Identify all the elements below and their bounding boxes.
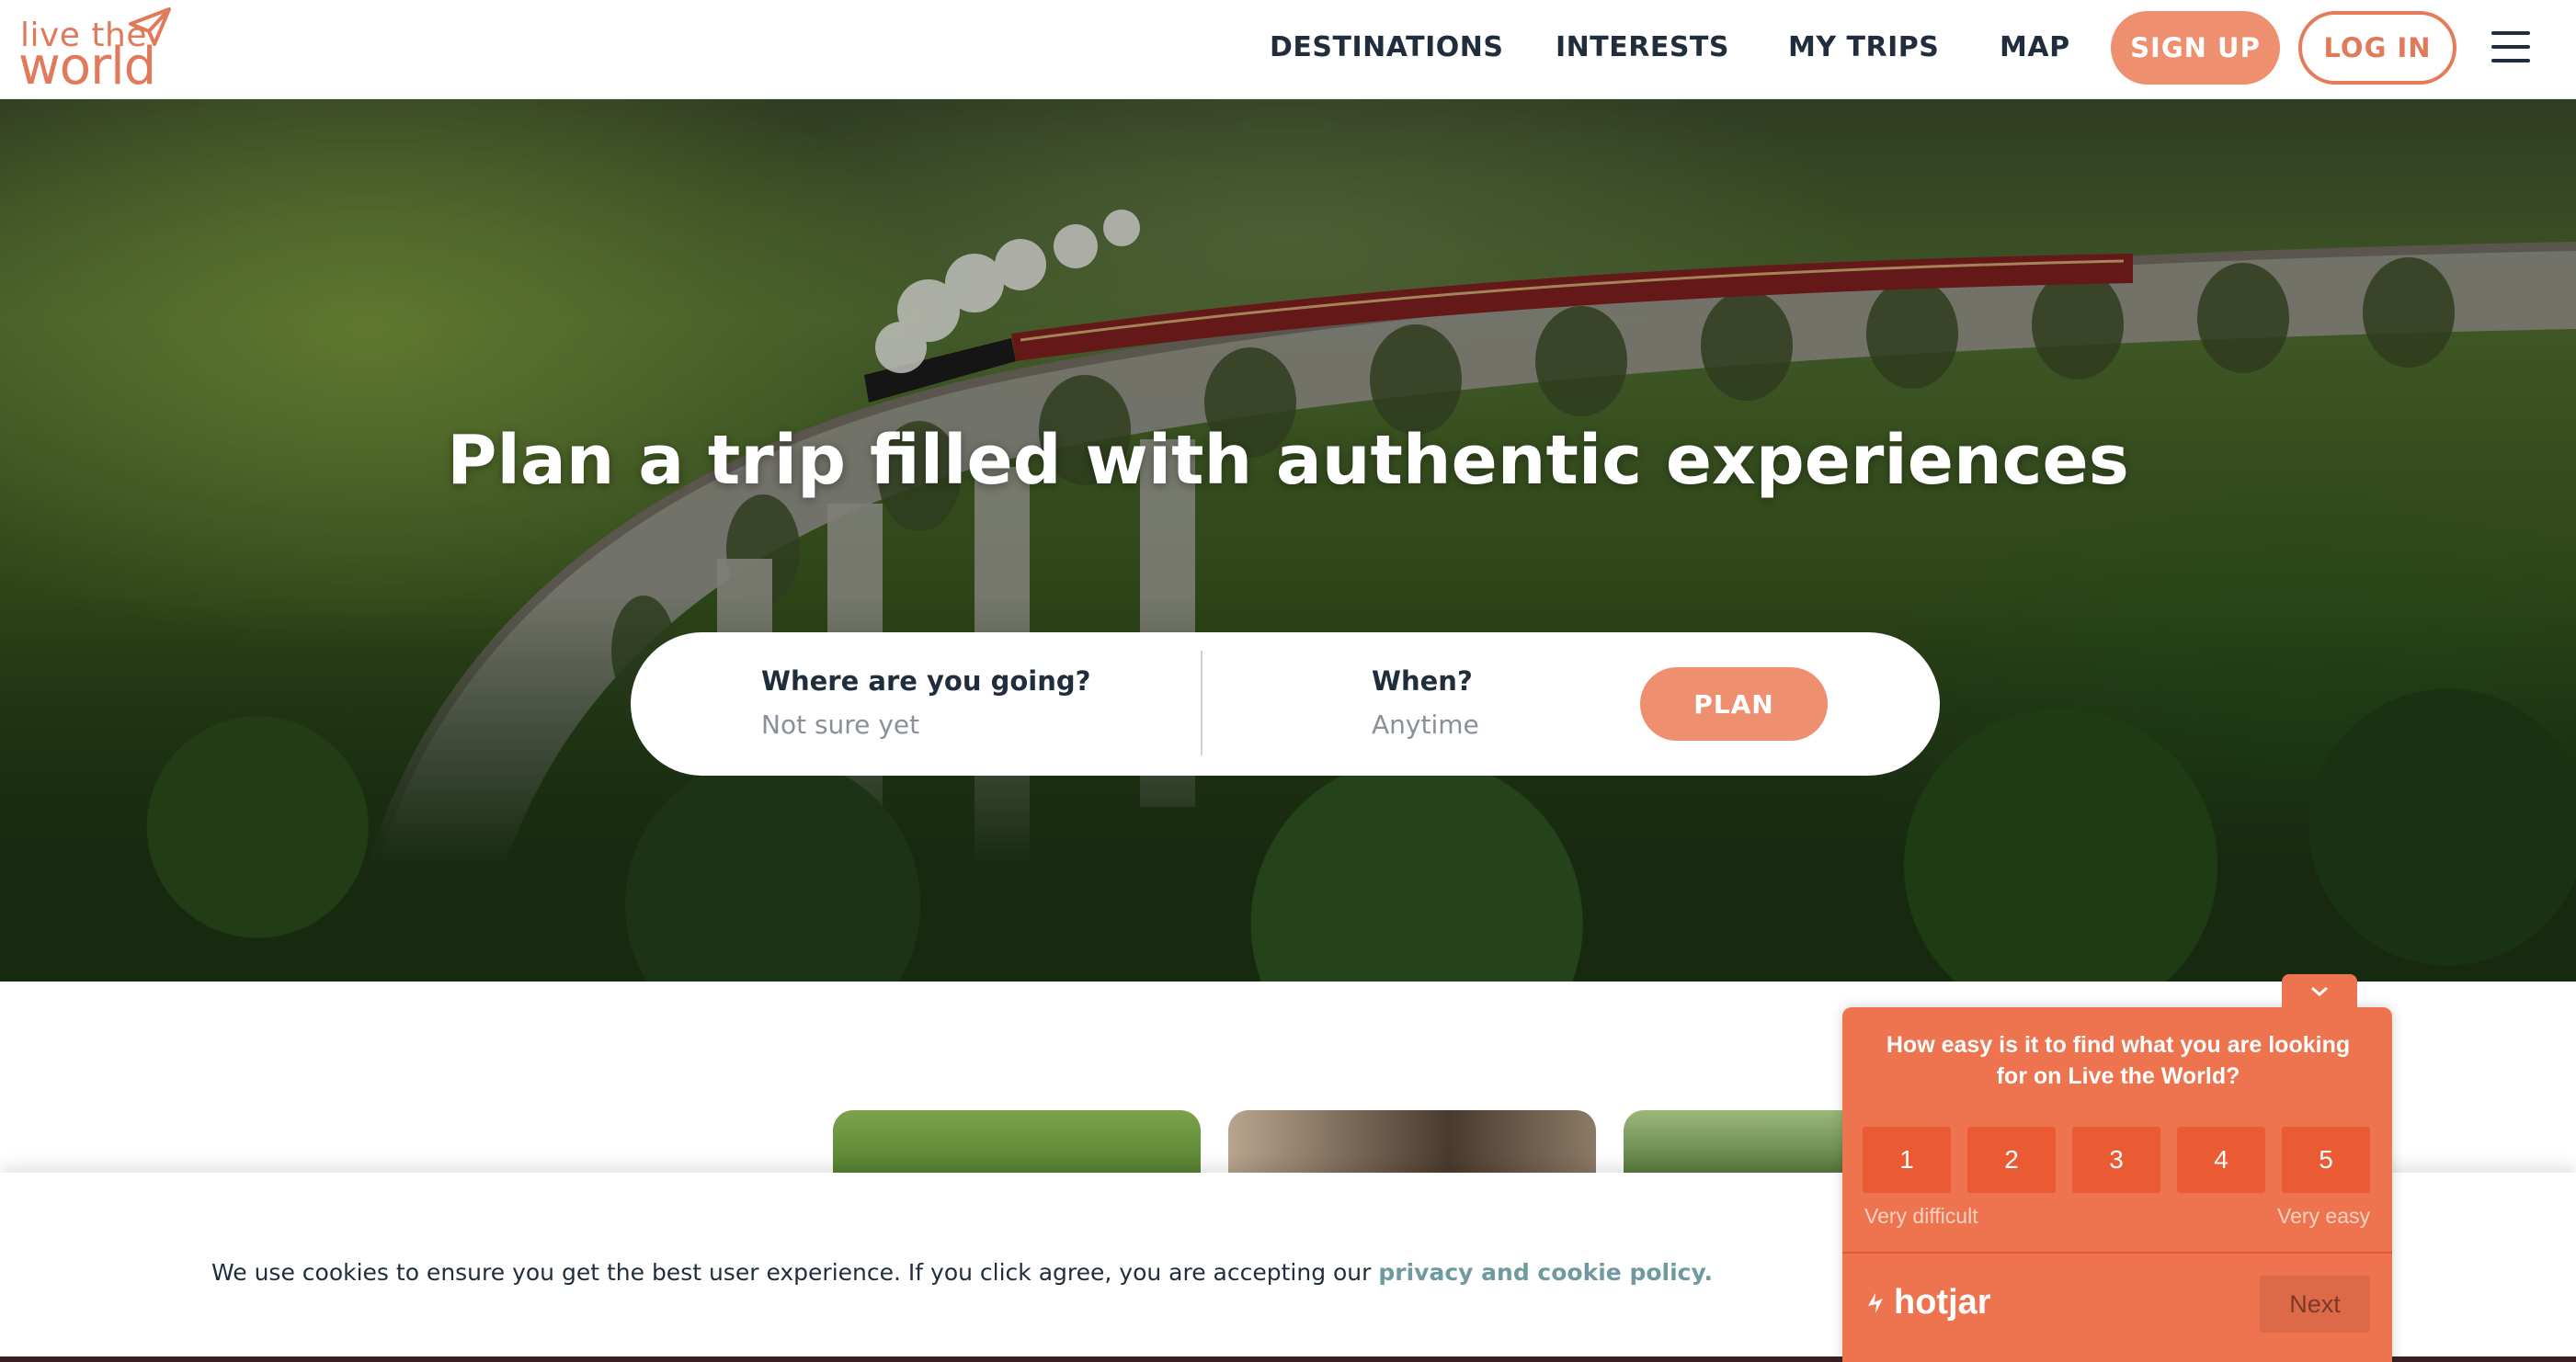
hotjar-logo: hotjar <box>1864 1283 1991 1322</box>
paper-plane-icon <box>129 7 171 46</box>
survey-next-button[interactable]: Next <box>2260 1276 2370 1333</box>
hero-overlay <box>0 99 2576 982</box>
rating-scale: 1 2 3 4 5 <box>1863 1127 2370 1193</box>
sign-up-button[interactable]: SIGN UP <box>2111 11 2280 85</box>
cookie-message: We use cookies to ensure you get the bes… <box>211 1259 1713 1286</box>
rating-3-button[interactable]: 3 <box>2072 1127 2160 1193</box>
where-label: Where are you going? <box>761 665 1091 697</box>
hamburger-menu-icon[interactable] <box>2491 31 2530 62</box>
feedback-survey-widget: How easy is it to find what you are look… <box>1842 1007 2392 1362</box>
rating-low-label: Very difficult <box>1864 1204 1978 1228</box>
rating-5-button[interactable]: 5 <box>2282 1127 2370 1193</box>
where-value[interactable]: Not sure yet <box>761 709 919 740</box>
site-logo[interactable]: live the world <box>18 6 175 96</box>
hotjar-brand-text: hotjar <box>1894 1283 1991 1322</box>
nav-interests[interactable]: INTERESTS <box>1556 31 1729 63</box>
plan-button[interactable]: PLAN <box>1640 667 1828 741</box>
hotjar-flame-icon <box>1868 1292 1883 1313</box>
survey-divider <box>1842 1252 2392 1254</box>
survey-question: How easy is it to find what you are look… <box>1886 1032 2351 1089</box>
nav-map[interactable]: MAP <box>2000 31 2070 63</box>
privacy-policy-link[interactable]: privacy and cookie policy. <box>1378 1259 1713 1286</box>
hero-banner: Plan a trip filled with authentic experi… <box>0 99 2576 982</box>
survey-collapse-button[interactable] <box>2282 974 2357 1011</box>
rating-high-label: Very easy <box>2277 1204 2370 1228</box>
chevron-down-icon <box>2311 986 2328 996</box>
site-header: live the world DESTINATIONS INTERESTS MY… <box>0 0 2576 99</box>
trip-search-bar: Where are you going? Not sure yet When? … <box>631 632 1940 776</box>
when-value[interactable]: Anytime <box>1372 709 1479 740</box>
rating-2-button[interactable]: 2 <box>1967 1127 2056 1193</box>
nav-destinations[interactable]: DESTINATIONS <box>1270 31 1503 63</box>
when-label: When? <box>1372 665 1473 697</box>
nav-my-trips[interactable]: MY TRIPS <box>1788 31 1939 63</box>
rating-1-button[interactable]: 1 <box>1863 1127 1951 1193</box>
log-in-button[interactable]: LOG IN <box>2298 11 2456 85</box>
cookie-text: We use cookies to ensure you get the bes… <box>211 1259 1379 1286</box>
search-divider <box>1201 651 1203 755</box>
rating-4-button[interactable]: 4 <box>2177 1127 2265 1193</box>
hero-title: Plan a trip filled with authentic experi… <box>447 421 2129 500</box>
